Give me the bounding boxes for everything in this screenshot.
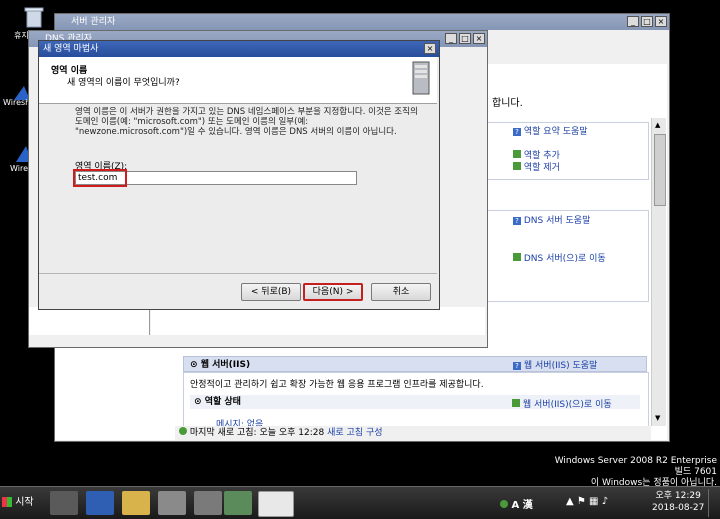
remove-role-icon: [513, 162, 521, 170]
clock[interactable]: 오후 12:29 2018-08-27: [652, 490, 704, 514]
server-manager-title: 서버 관리자: [71, 17, 116, 27]
minimize-button[interactable]: _: [627, 16, 639, 27]
collapse-icon[interactable]: ⊙: [190, 360, 198, 370]
vertical-scrollbar[interactable]: ▲ ▼: [651, 118, 666, 426]
remove-roles-link[interactable]: 역할 제거: [513, 160, 560, 173]
roles-help-label: 역할 요약 도움말: [523, 127, 588, 137]
ime-icon: [500, 500, 508, 508]
notepad-taskbar-icon[interactable]: [158, 491, 186, 515]
iis-help-link[interactable]: ? 웹 서버(IIS) 도움말: [513, 358, 597, 371]
role-summary-text: 합니다.: [492, 98, 523, 109]
details-pane: [151, 307, 485, 335]
ime-label: A 漢: [511, 500, 533, 511]
wizard-header: 영역 이름 새 영역의 이름이 무엇입니까?: [39, 57, 437, 104]
show-desktop-button[interactable]: [708, 489, 719, 517]
goto-dns-link[interactable]: DNS 서버(으)로 이동: [513, 251, 606, 264]
next-button[interactable]: 다음(N) >: [303, 283, 363, 301]
status-bar: 마지막 새로 고침: 오늘 오후 12:28 새로 고침 구성: [175, 426, 651, 440]
goto-icon: [513, 253, 521, 261]
clock-time: 오후 12:29: [655, 491, 701, 501]
add-role-icon: [513, 150, 521, 158]
help-icon: ?: [513, 362, 521, 370]
scroll-down-icon[interactable]: ▼: [655, 414, 660, 422]
recycle-bin-glyph: [24, 7, 44, 28]
wizard-titlebar[interactable]: 새 영역 마법사 ×: [39, 41, 439, 57]
goto-dns-label: DNS 서버(으)로 이동: [523, 254, 606, 264]
button-separator: [39, 273, 437, 274]
server-manager-titlebar[interactable]: 서버 관리자 _ □ ×: [55, 14, 669, 30]
network-taskbar-icon[interactable]: [224, 491, 252, 515]
zone-name-highlight: [73, 169, 127, 187]
last-refresh-text: 마지막 새로 고침: 오늘 오후 12:28: [189, 428, 325, 438]
windows-watermark: Windows Server 2008 R2 Enterprise 빌드 760…: [555, 456, 717, 489]
server-manager-taskbar-icon[interactable]: [50, 491, 78, 515]
scroll-thumb[interactable]: [654, 134, 666, 206]
wireshark-icon[interactable]: Wiresh: [0, 86, 30, 114]
goto-iis-label: 웹 서버(IIS)(으)로 이동: [522, 400, 612, 410]
maximize-button[interactable]: □: [459, 33, 471, 44]
watermark-build: 빌드 7601: [674, 467, 717, 477]
watermark-edition: Windows Server 2008 R2 Enterprise: [554, 456, 717, 466]
wizard-title: 새 영역 마법사: [43, 44, 99, 54]
clock-date: 2018-08-27: [652, 503, 705, 513]
goto-icon: [512, 399, 520, 407]
iis-description: 안정적이고 관리하기 쉽고 확장 가능한 웹 응용 프로그램 인프라를 제공합니…: [190, 380, 484, 390]
help-icon: ?: [513, 217, 521, 225]
configure-refresh-link[interactable]: 새로 고침 구성: [327, 428, 382, 438]
wizard-description: 영역 이름은 이 서버가 권한을 가지고 있는 DNS 네임스페이스 부분을 지…: [75, 107, 418, 137]
console-tree: [29, 307, 150, 335]
back-button[interactable]: < 뒤로(B): [241, 283, 301, 301]
tray-expand-icon[interactable]: ▲: [566, 496, 574, 507]
close-button[interactable]: ×: [655, 16, 667, 27]
ime-indicator[interactable]: A 漢: [500, 496, 533, 511]
volume-icon[interactable]: ♪: [602, 496, 608, 507]
maximize-button[interactable]: □: [641, 16, 653, 27]
powershell-taskbar-icon[interactable]: [86, 491, 114, 515]
roles-help-link[interactable]: ? 역할 요약 도움말: [513, 124, 588, 137]
new-zone-wizard: 새 영역 마법사 × 영역 이름 새 영역의 이름이 무엇입니까? 영역 이름은…: [38, 40, 440, 310]
flag-icon[interactable]: ⚑: [577, 496, 586, 507]
dns-help-link[interactable]: ? DNS 서버 도움말: [513, 213, 590, 226]
role-status-title: 역할 상태: [204, 397, 241, 407]
iis-section-title: 웹 서버(IIS): [200, 360, 251, 370]
close-button[interactable]: ×: [424, 43, 436, 54]
windows-logo-icon: [2, 497, 12, 507]
start-button[interactable]: 시작: [2, 492, 42, 514]
tools-taskbar-icon[interactable]: [194, 491, 222, 515]
scroll-up-icon[interactable]: ▲: [655, 121, 660, 129]
minimize-button[interactable]: _: [445, 33, 457, 44]
goto-iis-link[interactable]: 웹 서버(IIS)(으)로 이동: [512, 397, 612, 410]
dns-help-label: DNS 서버 도움말: [523, 216, 591, 226]
dns-manager-taskbar-icon[interactable]: [258, 491, 294, 517]
wizard-page-subtitle: 새 영역의 이름이 무엇입니까?: [67, 78, 180, 88]
network-icon[interactable]: ▦: [589, 496, 598, 507]
server-icon: [412, 61, 430, 95]
wireshark-label: Wiresh: [3, 98, 31, 107]
explorer-taskbar-icon[interactable]: [122, 491, 150, 515]
remove-roles-label: 역할 제거: [523, 163, 560, 173]
tray-icons: ▲ ⚑ ▦ ♪: [566, 496, 608, 507]
cancel-button[interactable]: 취소: [371, 283, 431, 301]
refresh-icon: [179, 427, 187, 435]
taskbar: 시작 A 漢 ▲ ⚑ ▦ ♪ 오후 12:29 2018-08-27: [0, 486, 720, 519]
help-icon: ?: [513, 128, 521, 136]
start-label: 시작: [15, 497, 34, 508]
close-button[interactable]: ×: [473, 33, 485, 44]
iis-help-label: 웹 서버(IIS) 도움말: [523, 361, 598, 371]
collapse-icon[interactable]: ⊙: [194, 397, 202, 407]
